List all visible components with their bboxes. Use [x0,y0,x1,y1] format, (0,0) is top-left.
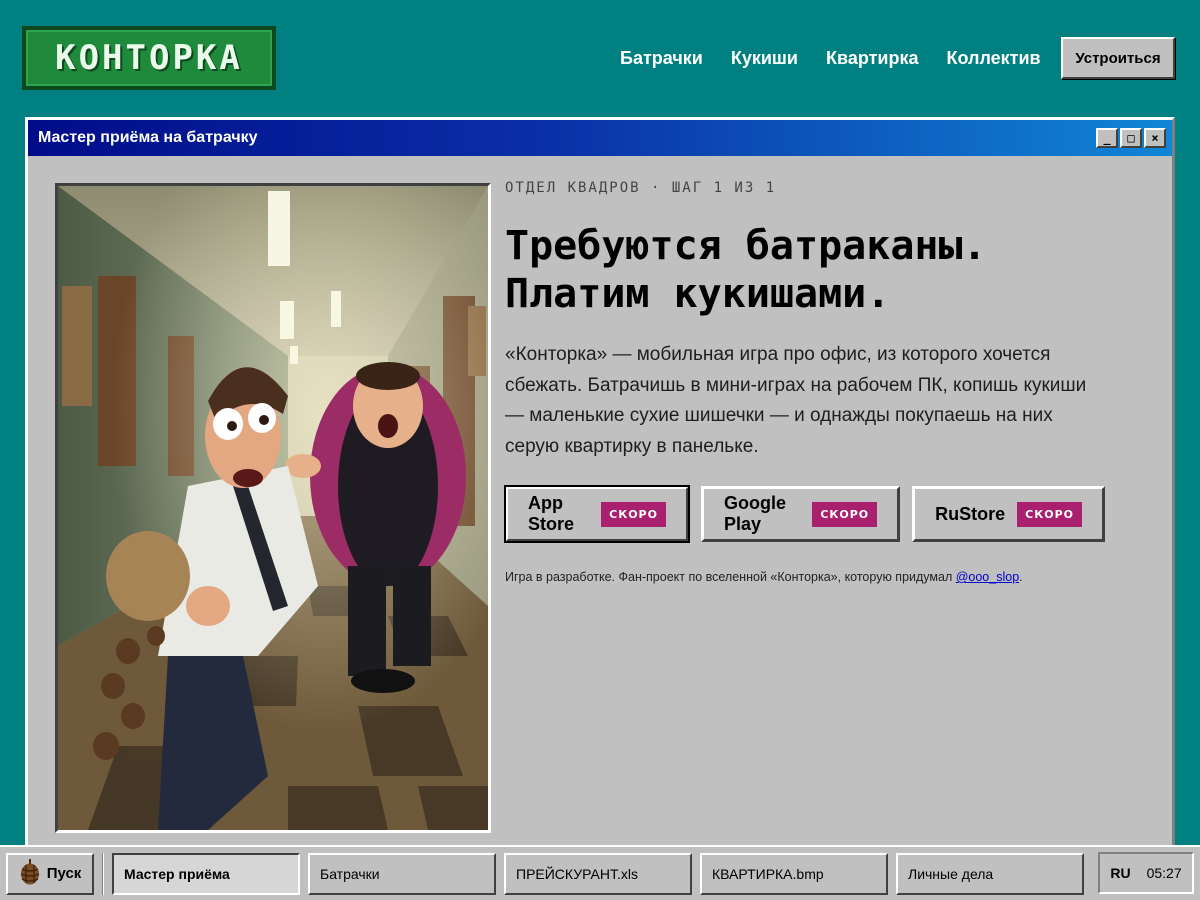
minimize-icon[interactable]: _ [1096,128,1118,148]
pinecone-icon [19,858,41,889]
task-preiskurant[interactable]: ПРЕЙСКУРАНТ.xls [504,852,692,895]
rustore-button[interactable]: RuStore СКОРО [912,486,1105,542]
task-kvartirka[interactable]: КВАРТИРКА.bmp [700,852,888,895]
close-icon[interactable]: × [1144,128,1166,148]
nav-link-kollektiv[interactable]: Коллектив [946,48,1040,69]
nav-link-batrachki[interactable]: Батрачки [620,48,703,69]
game-description: «Конторка» — мобильная игра про офис, из… [505,344,1087,457]
taskbar-separator [102,852,104,895]
logo-text: КОНТОРКА [55,38,243,78]
dev-footnote: Игра в разработке. Фан-проект по вселенн… [505,570,1105,584]
app-store-label: App Store [528,493,575,534]
step-kicker: ОТДЕЛ КВАДРОВ · ШАГ 1 ИЗ 1 [505,180,777,196]
clock: 05:27 [1146,865,1182,881]
page-headline: Требуются батраканы. Платим кукишами. [505,222,1105,318]
maximize-icon[interactable]: □ [1120,128,1142,148]
footnote-text: Игра в разработке. Фан-проект по вселенн… [505,570,956,584]
google-play-button[interactable]: Google Play СКОРО [700,486,901,542]
start-label: Пуск [46,865,82,882]
language-indicator[interactable]: RU [1110,865,1130,881]
window-title: Мастер приёма на батрачку [38,129,258,146]
app-store-soon-badge: СКОРО [601,501,666,527]
store-buttons: App Store СКОРО Google Play СКОРО RuStor… [504,485,1105,543]
nav-link-kukishi[interactable]: Кукиши [731,48,798,69]
join-button[interactable]: Устроиться [1061,37,1175,79]
window-titlebar[interactable]: Мастер приёма на батрачку _ □ × [28,120,1172,156]
headline-line-2: Платим кукишами. [505,271,891,317]
google-play-label: Google Play [723,493,786,534]
hero-illustration [55,183,491,833]
start-button[interactable]: Пуск [6,852,94,895]
headline-line-1: Требуются батраканы. [505,223,987,269]
site-logo[interactable]: КОНТОРКА [22,26,276,90]
google-play-soon-badge: СКОРО [812,501,878,527]
main-nav: Батрачки Кукиши Квартирка Коллектив [620,38,1041,78]
task-batrachki[interactable]: Батрачки [308,852,496,895]
hero-content: ОТДЕЛ КВАДРОВ · ШАГ 1 ИЗ 1 Требуются бат… [504,180,1105,584]
rustore-label: RuStore [935,503,1006,524]
taskbar: Пуск Мастер приёма Батрачки ПРЕЙСКУРАНТ.… [0,845,1200,900]
app-store-button[interactable]: App Store СКОРО [504,485,690,543]
footnote-end: . [1019,570,1023,584]
nav-link-kvartirka[interactable]: Квартирка [826,48,918,69]
author-link[interactable]: @ooo_slop [956,570,1019,584]
task-wizard[interactable]: Мастер приёма [112,852,300,895]
rustore-soon-badge: СКОРО [1017,501,1082,527]
system-tray: RU 05:27 [1098,852,1194,894]
task-lichnye-dela[interactable]: Личные дела [896,852,1084,895]
